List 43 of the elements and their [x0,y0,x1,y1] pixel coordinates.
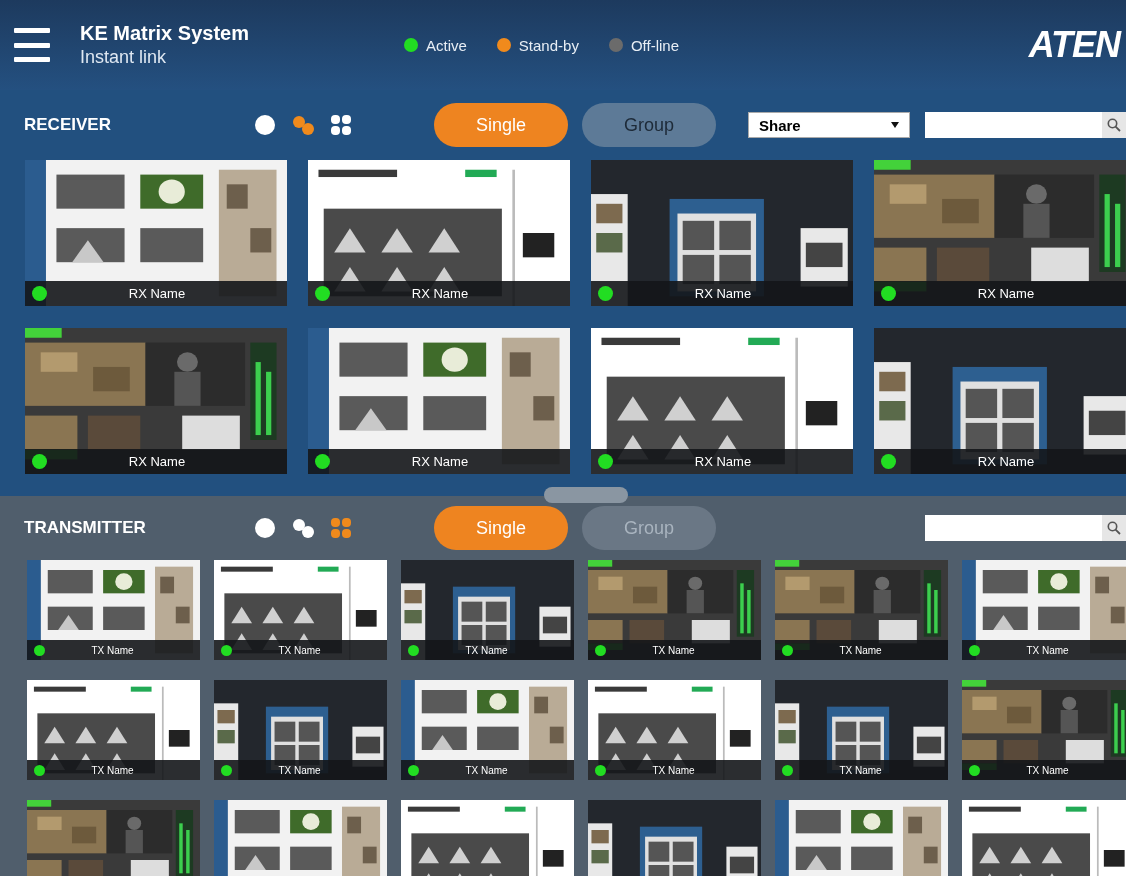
brand-logo: ATEN [1028,24,1120,66]
search-icon[interactable] [1107,521,1121,535]
device-name: TX Name [90,644,135,656]
app-title: KE Matrix System [80,22,250,45]
device-name: RX Name [976,286,1036,301]
device-name: RX Name [127,454,187,469]
device-name: TX Name [651,644,696,656]
mode-tab[interactable]: Single [434,506,568,550]
device-name: TX Name [1025,764,1070,776]
section-title: TRANSMITTER [24,518,147,538]
legend-label: Stand-by [518,36,579,54]
device-name: RX Name [693,286,753,301]
mode-tab[interactable]: Group [582,103,716,147]
device-name: RX Name [410,454,470,469]
device-name: TX Name [838,644,883,656]
two-dots-icon[interactable] [292,517,314,539]
device-name: RX Name [127,286,187,301]
circle-icon[interactable] [254,517,276,539]
section-title: RECEIVER [24,115,112,135]
two-dots-icon[interactable] [292,114,314,136]
circle-icon[interactable] [254,114,276,136]
search-icon[interactable] [1107,118,1121,132]
device-name: TX Name [838,764,883,776]
resize-handle[interactable] [544,487,628,503]
legend-label: Off-line [630,36,679,54]
device-name: TX Name [651,764,696,776]
device-name: TX Name [464,644,509,656]
device-name: TX Name [90,764,135,776]
device-name: TX Name [277,644,322,656]
device-name: RX Name [410,286,470,301]
device-name: RX Name [693,454,753,469]
app-subtitle: Instant link [80,47,168,68]
share-dropdown[interactable]: Share [748,112,910,138]
device-name: RX Name [976,454,1036,469]
device-name: TX Name [277,764,322,776]
device-name: TX Name [1025,644,1070,656]
four-dots-icon[interactable] [330,517,352,539]
device-name: TX Name [464,764,509,776]
dropdown-arrow-icon [891,122,899,128]
mode-tab[interactable]: Single [434,103,568,147]
legend-label: Active [426,36,467,54]
four-dots-icon[interactable] [330,114,352,136]
menu-icon[interactable] [14,28,50,62]
